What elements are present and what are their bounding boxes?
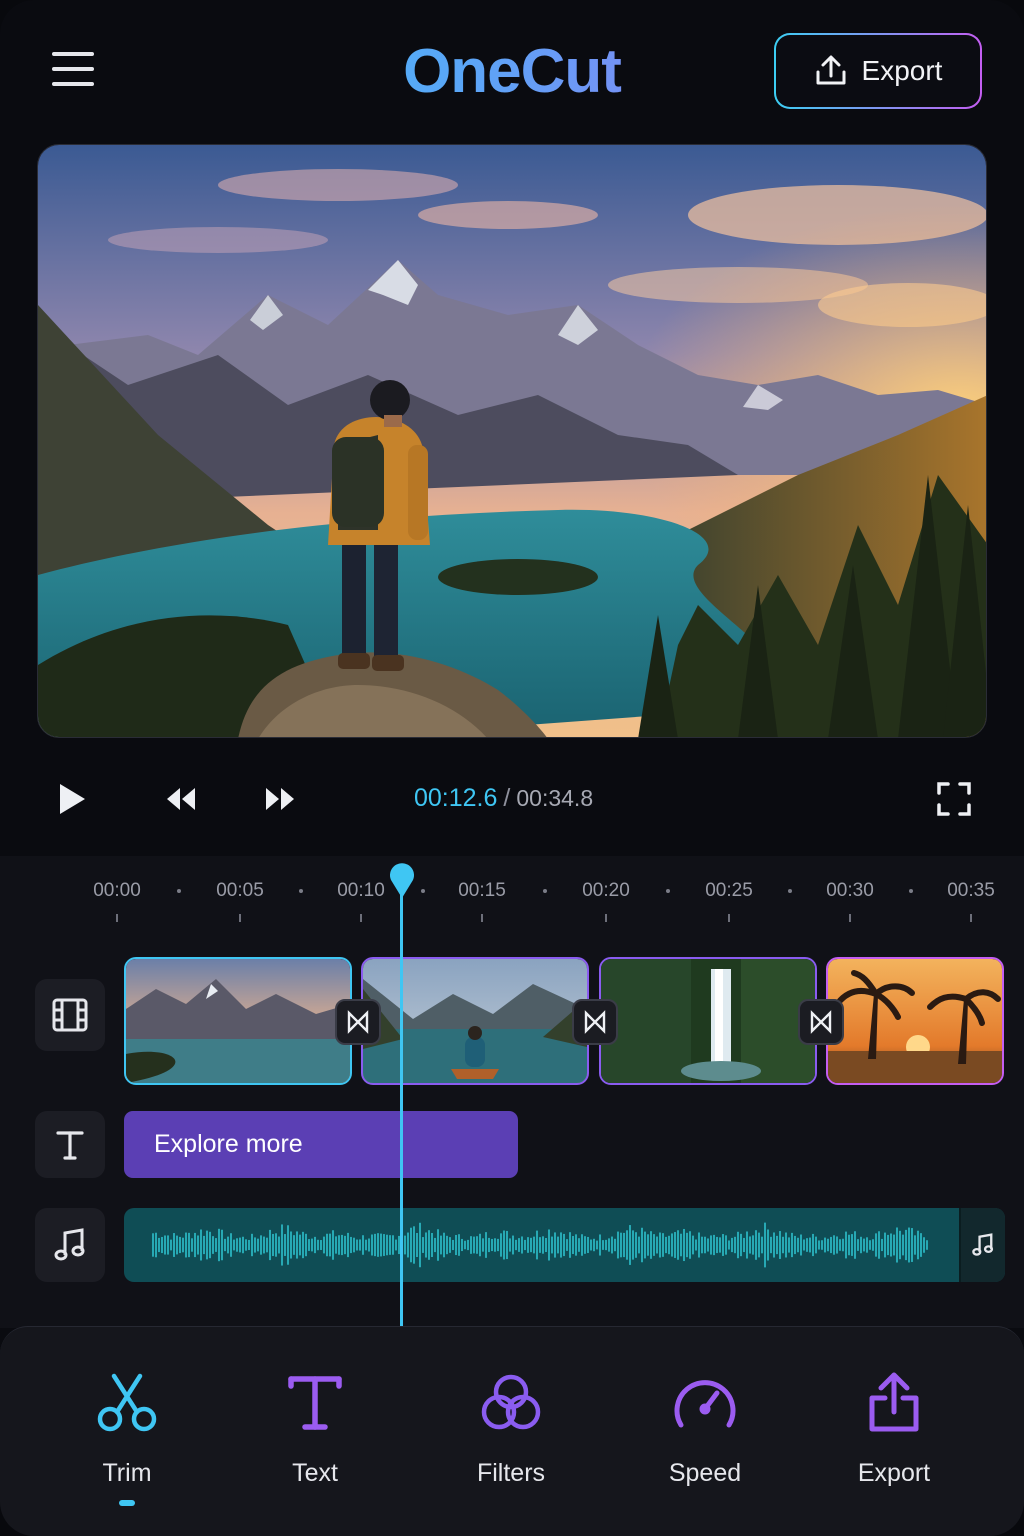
ruler-dot	[788, 889, 792, 893]
text-clip[interactable]: Explore more	[124, 1111, 518, 1178]
clip-thumbnail	[363, 959, 587, 1083]
active-indicator	[119, 1500, 135, 1506]
audio-waveform	[152, 1222, 928, 1268]
timeline-panel[interactable]: 00:00 00:05 00:10 00:15 00:20 00:25 00:3…	[0, 856, 1024, 1328]
export-button[interactable]: Export	[774, 33, 982, 109]
transition-button[interactable]	[572, 999, 618, 1045]
video-clip-lake-kayak[interactable]	[361, 957, 589, 1085]
ruler-label: 00:25	[705, 880, 753, 901]
video-clip-waterfall[interactable]	[599, 957, 817, 1085]
ruler-tick	[116, 914, 118, 922]
ruler-tick	[970, 914, 972, 922]
ruler-label: 00:10	[337, 880, 385, 901]
ruler-label: 00:20	[582, 880, 630, 901]
tool-label: Filters	[476, 1459, 546, 1487]
speedometer-icon	[674, 1380, 736, 1428]
clip-thumbnail	[828, 959, 1002, 1083]
tool-trim[interactable]: Trim	[57, 1367, 197, 1517]
total-duration: 00:34.8	[516, 785, 594, 811]
scissors-icon	[97, 1373, 157, 1432]
audio-clip-handle[interactable]	[959, 1208, 1005, 1282]
time-separator: /	[503, 784, 511, 812]
tool-export[interactable]: Export	[824, 1367, 964, 1517]
ruler-label: 00:35	[947, 880, 995, 901]
film-strip-icon	[52, 998, 88, 1032]
ruler-dot	[666, 889, 670, 893]
transition-icon	[347, 1010, 369, 1034]
clip-thumbnail	[601, 959, 815, 1083]
tool-label: Speed	[668, 1459, 742, 1487]
audio-track-button[interactable]	[35, 1208, 105, 1282]
playback-controls: 00:12.6/00:34.8	[0, 760, 1024, 840]
upload-icon	[816, 55, 846, 85]
transition-button[interactable]	[798, 999, 844, 1045]
fast-forward-icon[interactable]	[264, 787, 296, 811]
ruler-dot	[421, 889, 425, 893]
transition-icon	[584, 1010, 606, 1034]
ruler-tick	[728, 914, 730, 922]
playhead-handle[interactable]	[389, 862, 415, 898]
video-editor-app: OneCut Export 00:12.6 / 00:34.8 00:00 00…	[0, 0, 1024, 1536]
video-preview[interactable]	[37, 144, 987, 738]
music-note-icon	[972, 1233, 994, 1256]
ruler-dot	[543, 889, 547, 893]
play-icon[interactable]	[57, 782, 87, 816]
tool-label: Text	[292, 1459, 338, 1487]
ruler-tick	[605, 914, 607, 922]
ruler-tick	[239, 914, 241, 922]
tool-label: Trim	[102, 1459, 152, 1487]
bottom-toolbar: Trim Text Filters Speed Export	[0, 1326, 1024, 1536]
current-time: 00:12.6	[414, 784, 498, 812]
video-track-button[interactable]	[35, 979, 105, 1051]
tool-speed[interactable]: Speed	[635, 1367, 775, 1517]
ruler-dot	[909, 889, 913, 893]
text-icon	[56, 1130, 84, 1160]
text-track-button[interactable]	[35, 1111, 105, 1178]
rewind-icon[interactable]	[165, 787, 197, 811]
fullscreen-icon[interactable]	[937, 782, 971, 816]
ruler-tick	[481, 914, 483, 922]
transition-button[interactable]	[335, 999, 381, 1045]
preview-frame-image	[38, 145, 986, 737]
header: OneCut Export	[0, 0, 1024, 140]
playhead-line[interactable]	[400, 884, 403, 1328]
clip-thumbnail	[126, 959, 350, 1083]
tool-text[interactable]: Text	[245, 1367, 385, 1517]
audio-clip[interactable]	[124, 1208, 1005, 1282]
ruler-label: 00:15	[458, 880, 506, 901]
tool-filters[interactable]: Filters	[441, 1367, 581, 1517]
ruler-dot	[177, 889, 181, 893]
ruler-tick	[849, 914, 851, 922]
ruler-label: 00:00	[93, 880, 141, 901]
ruler-label: 00:30	[826, 880, 874, 901]
ruler-label: 00:05	[216, 880, 264, 901]
timecode-display: 00:12.6/00:34.8	[414, 784, 593, 813]
text-icon	[288, 1376, 342, 1430]
video-clip-mountains[interactable]	[124, 957, 352, 1085]
tool-label: Export	[857, 1459, 931, 1487]
filters-icon	[481, 1374, 541, 1430]
transition-icon	[810, 1010, 832, 1034]
share-icon	[869, 1372, 919, 1432]
music-note-icon	[54, 1228, 85, 1261]
video-clip-beach-palms[interactable]	[826, 957, 1004, 1085]
export-button-label: Export	[861, 55, 943, 86]
ruler-tick	[360, 914, 362, 922]
ruler-dot	[299, 889, 303, 893]
